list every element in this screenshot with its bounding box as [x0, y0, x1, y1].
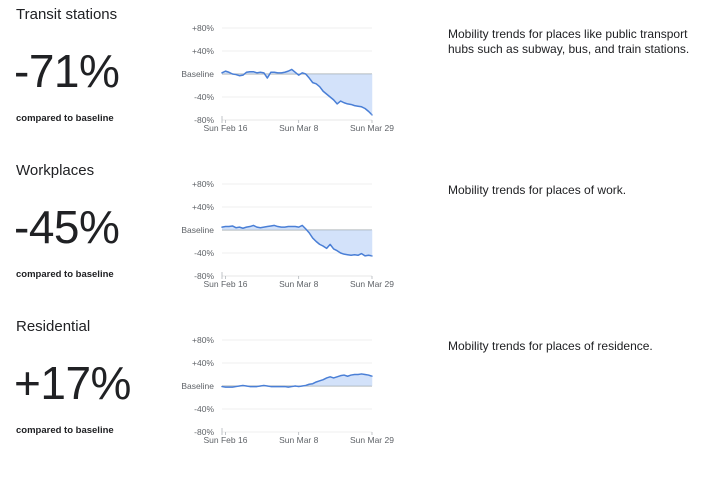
compared-label: compared to baseline	[16, 425, 114, 436]
y-tick-label: -40%	[194, 92, 214, 102]
change-value: -45%	[14, 201, 120, 253]
y-tick-label: Baseline	[181, 69, 214, 79]
y-tick-label: -40%	[194, 404, 214, 414]
x-tick-label: Sun Feb 16	[204, 435, 248, 445]
compared-label: compared to baseline	[16, 269, 114, 280]
y-tick-label: +80%	[192, 23, 214, 33]
section-title: Transit stations	[16, 6, 118, 23]
residential-section: Residential +17% compared to baseline +8…	[0, 312, 721, 468]
workplaces-chart: +80%+40%Baseline-40%-80%Sun Feb 16 Sun Ma…	[181, 179, 394, 289]
x-tick-label: Sun Feb 16	[204, 279, 248, 289]
x-tick-label: Sun Mar 8	[279, 123, 318, 133]
y-tick-label: +40%	[192, 358, 214, 368]
change-value: -71%	[14, 45, 120, 97]
x-tick-label: Sun Mar 29	[350, 435, 394, 445]
y-tick-label: +80%	[192, 179, 214, 189]
section-description: Mobility trends for places of work.	[448, 183, 627, 197]
section-title: Residential	[16, 318, 91, 335]
x-tick-label: Sun Feb 16	[204, 123, 248, 133]
transit-chart: +80%+40%Baseline-40%-80%Sun Feb 16 Sun Ma…	[181, 23, 394, 133]
y-tick-label: -40%	[194, 248, 214, 258]
residential-chart: +80%+40%Baseline-40%-80%Sun Feb 16 Sun Ma…	[181, 335, 394, 445]
x-tick-label: Sun Mar 8	[279, 435, 318, 445]
y-tick-label: +80%	[192, 335, 214, 345]
y-tick-label: +40%	[192, 46, 214, 56]
x-tick-label: Sun Mar 29	[350, 279, 394, 289]
x-tick-label: Sun Mar 29	[350, 123, 394, 133]
y-tick-label: Baseline	[181, 381, 214, 391]
transit-section: Transit stations -71% compared to baseli…	[0, 0, 721, 156]
change-value: +17%	[14, 357, 131, 409]
workplaces-section: Workplaces -45% compared to baseline +80…	[0, 156, 721, 312]
y-tick-label: Baseline	[181, 225, 214, 235]
y-tick-label: +40%	[192, 202, 214, 212]
section-title: Workplaces	[16, 162, 95, 179]
x-tick-label: Sun Mar 8	[279, 279, 318, 289]
series-area	[222, 69, 372, 115]
section-description: Mobility trends for places like public t…	[448, 27, 690, 56]
compared-label: compared to baseline	[16, 113, 114, 124]
section-description: Mobility trends for places of residence.	[448, 339, 653, 353]
